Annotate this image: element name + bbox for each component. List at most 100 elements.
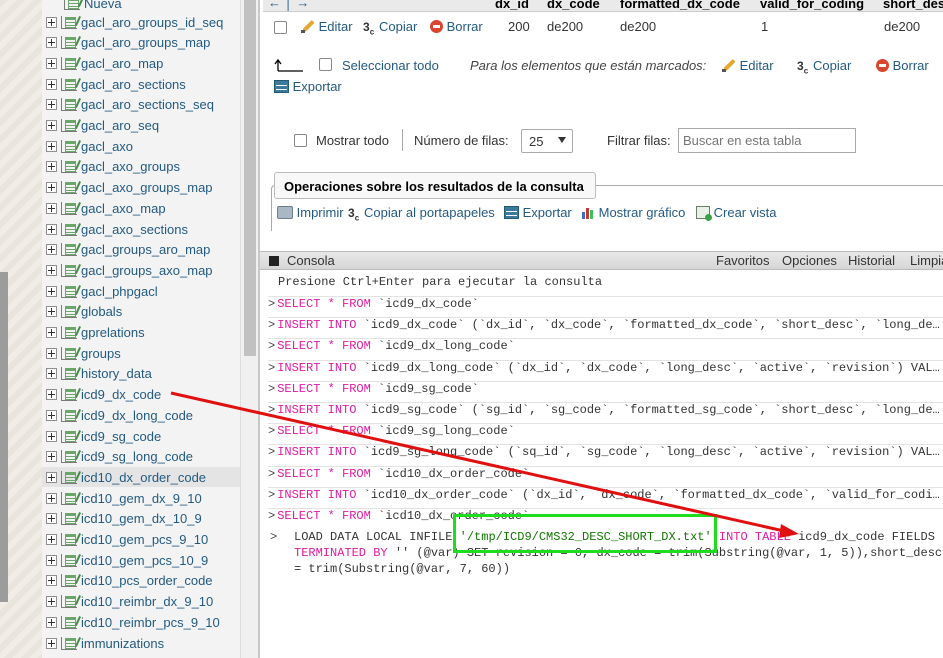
tree-item-label[interactable]: icd10_dx_order_code <box>81 470 206 485</box>
console-toolbar[interactable]: Consola Favoritos Opciones Historial Lim… <box>260 251 943 270</box>
tree-item-label[interactable]: gacl_axo <box>81 139 133 154</box>
expand-icon[interactable] <box>46 99 57 111</box>
tree-item-label[interactable]: icd10_reimbr_dx_9_10 <box>81 594 213 609</box>
expand-icon[interactable] <box>46 37 57 49</box>
console-query-line[interactable]: > INSERT INTO `icd9_sg_long_code` (`sq_id… <box>268 444 943 464</box>
console-query-line[interactable]: > SELECT * FROM `icd9_sg_code` <box>268 380 943 401</box>
tree-item-label[interactable]: gacl_axo_map <box>81 201 166 216</box>
column-header-formatted-dx-code[interactable]: formatted_dx_code <box>620 0 740 11</box>
tree-item[interactable]: gacl_aro_groups_map <box>42 33 240 53</box>
console-query-line[interactable]: > INSERT INTO `icd9_sg_code` (`sg_id`, `s… <box>268 402 943 422</box>
tree-item-label[interactable]: gacl_phpgacl <box>81 284 158 299</box>
console-clear-button[interactable]: Limpia <box>910 253 943 268</box>
expand-icon[interactable] <box>46 78 57 90</box>
table-icon[interactable] <box>61 284 77 298</box>
expand-icon[interactable] <box>46 120 57 131</box>
tree-item-label[interactable]: icd10_reimbr_pcs_9_10 <box>81 615 220 630</box>
tree-item[interactable]: icd10_gem_dx_10_9 <box>42 509 240 529</box>
table-icon[interactable] <box>61 533 77 546</box>
expand-icon[interactable] <box>46 306 57 318</box>
tree-item[interactable]: gacl_aro_seq <box>42 116 240 136</box>
table-icon[interactable] <box>61 181 77 195</box>
tree-item-label[interactable]: gacl_groups_aro_map <box>81 242 210 257</box>
tree-item[interactable]: icd10_gem_dx_9_10 <box>42 488 240 508</box>
expand-icon[interactable] <box>46 264 57 276</box>
expand-icon[interactable] <box>46 244 57 256</box>
tree-item-label[interactable]: icd10_gem_pcs_10_9 <box>81 553 208 568</box>
tree-item-label[interactable]: gacl_aro_groups_id_seq <box>81 15 223 30</box>
expand-icon[interactable] <box>46 616 57 628</box>
tree-item[interactable]: gacl_phpgacl <box>42 281 240 301</box>
expand-icon[interactable] <box>46 140 57 152</box>
tree-item[interactable]: icd9_dx_code <box>42 385 240 405</box>
expand-icon[interactable] <box>46 182 57 194</box>
expand-icon[interactable] <box>46 161 57 173</box>
tree-item-label[interactable]: icd10_gem_dx_10_9 <box>81 511 202 526</box>
console-query-line[interactable]: > SELECT * FROM `icd9_dx_code` <box>268 296 943 316</box>
tree-item[interactable]: globals <box>42 302 240 322</box>
table-icon[interactable] <box>61 491 77 505</box>
table-icon[interactable] <box>61 305 77 319</box>
console-query-line[interactable]: > INSERT INTO `icd9_dx_code` (`dx_id`, `d… <box>268 317 943 337</box>
rows-count-select[interactable]: 25 <box>521 129 573 153</box>
tree-item[interactable]: gacl_aro_sections_seq <box>42 95 240 115</box>
console-favorites-button[interactable]: Favoritos <box>716 253 769 268</box>
expand-icon[interactable] <box>46 202 57 214</box>
export-link[interactable]: Exportar <box>504 205 572 220</box>
tree-item-label[interactable]: icd10_gem_pcs_9_10 <box>81 532 208 547</box>
tree-item[interactable]: immunizations <box>42 633 240 653</box>
table-icon[interactable] <box>61 429 77 443</box>
expand-icon[interactable] <box>46 327 57 338</box>
expand-icon[interactable] <box>46 285 57 297</box>
row-copy-link[interactable]: 3c Copiar <box>363 19 417 36</box>
tree-item[interactable]: gacl_axo_sections <box>42 219 240 239</box>
tree-item-label[interactable]: icd9_dx_long_code <box>81 408 193 423</box>
print-link[interactable]: Imprimir <box>277 205 344 220</box>
table-icon[interactable] <box>61 222 77 236</box>
table-icon[interactable] <box>61 243 77 257</box>
expand-icon[interactable] <box>46 637 57 649</box>
tree-item[interactable]: gacl_axo_groups_map <box>42 178 240 198</box>
tree-item[interactable]: icd10_reimbr_pcs_9_10 <box>42 612 240 632</box>
expand-icon[interactable] <box>46 16 57 28</box>
tree-item[interactable]: gacl_axo <box>42 136 240 156</box>
expand-icon[interactable] <box>46 57 57 69</box>
table-icon[interactable] <box>61 15 77 29</box>
tree-item[interactable]: icd9_sg_code <box>42 426 240 446</box>
console-query-line[interactable]: > SELECT * FROM `icd10_dx_order_code` <box>268 465 943 486</box>
tree-item-label[interactable]: gacl_aro_sections <box>81 77 186 92</box>
expand-icon[interactable] <box>46 471 57 483</box>
table-icon[interactable] <box>61 98 77 112</box>
tree-item-label[interactable]: immunizations <box>81 636 164 651</box>
table-icon[interactable] <box>61 263 77 277</box>
tree-item-label[interactable]: icd9_dx_code <box>81 387 161 402</box>
tree-item[interactable]: groups <box>42 343 240 363</box>
tree-item[interactable]: icd9_sg_long_code <box>42 447 240 467</box>
expand-icon[interactable] <box>46 575 57 587</box>
bulk-copy-link[interactable]: 3c Copiar <box>797 58 851 75</box>
sidebar-scrollbar[interactable] <box>240 0 258 658</box>
console-query-line[interactable]: > INSERT INTO `icd10_dx_order_code` (`dx_… <box>268 486 943 507</box>
expand-icon[interactable] <box>46 368 57 380</box>
table-icon[interactable] <box>61 201 77 215</box>
table-icon[interactable] <box>61 346 77 360</box>
table-icon[interactable] <box>61 367 77 381</box>
tree-item-label[interactable]: icd10_gem_dx_9_10 <box>81 491 202 506</box>
tree-item[interactable]: history_data <box>42 364 240 384</box>
tree-item[interactable]: icd10_gem_pcs_10_9 <box>42 550 240 570</box>
tree-item-label[interactable]: gprelations <box>81 325 145 340</box>
table-icon[interactable] <box>61 595 77 609</box>
tree-item[interactable]: icd10_gem_pcs_9_10 <box>42 530 240 550</box>
tree-item-label[interactable]: gacl_groups_axo_map <box>81 263 213 278</box>
tree-item-label[interactable]: icd10_pcs_order_code <box>81 573 213 588</box>
console-history-button[interactable]: Historial <box>848 253 895 268</box>
tree-item[interactable]: icd10_pcs_order_code <box>42 571 240 591</box>
expand-icon[interactable] <box>46 492 57 504</box>
column-header-valid-for-coding[interactable]: valid_for_coding <box>760 0 864 11</box>
table-icon[interactable] <box>61 553 77 567</box>
tree-item-label[interactable]: globals <box>81 304 122 319</box>
column-header-dx-id[interactable]: dx_id <box>495 0 529 11</box>
row-edit-link[interactable]: Editar <box>301 19 353 34</box>
bulk-edit-link[interactable]: Editar <box>722 58 774 73</box>
console-query-line[interactable]: > SELECT * FROM `icd9_sg_long_code` <box>268 423 943 443</box>
